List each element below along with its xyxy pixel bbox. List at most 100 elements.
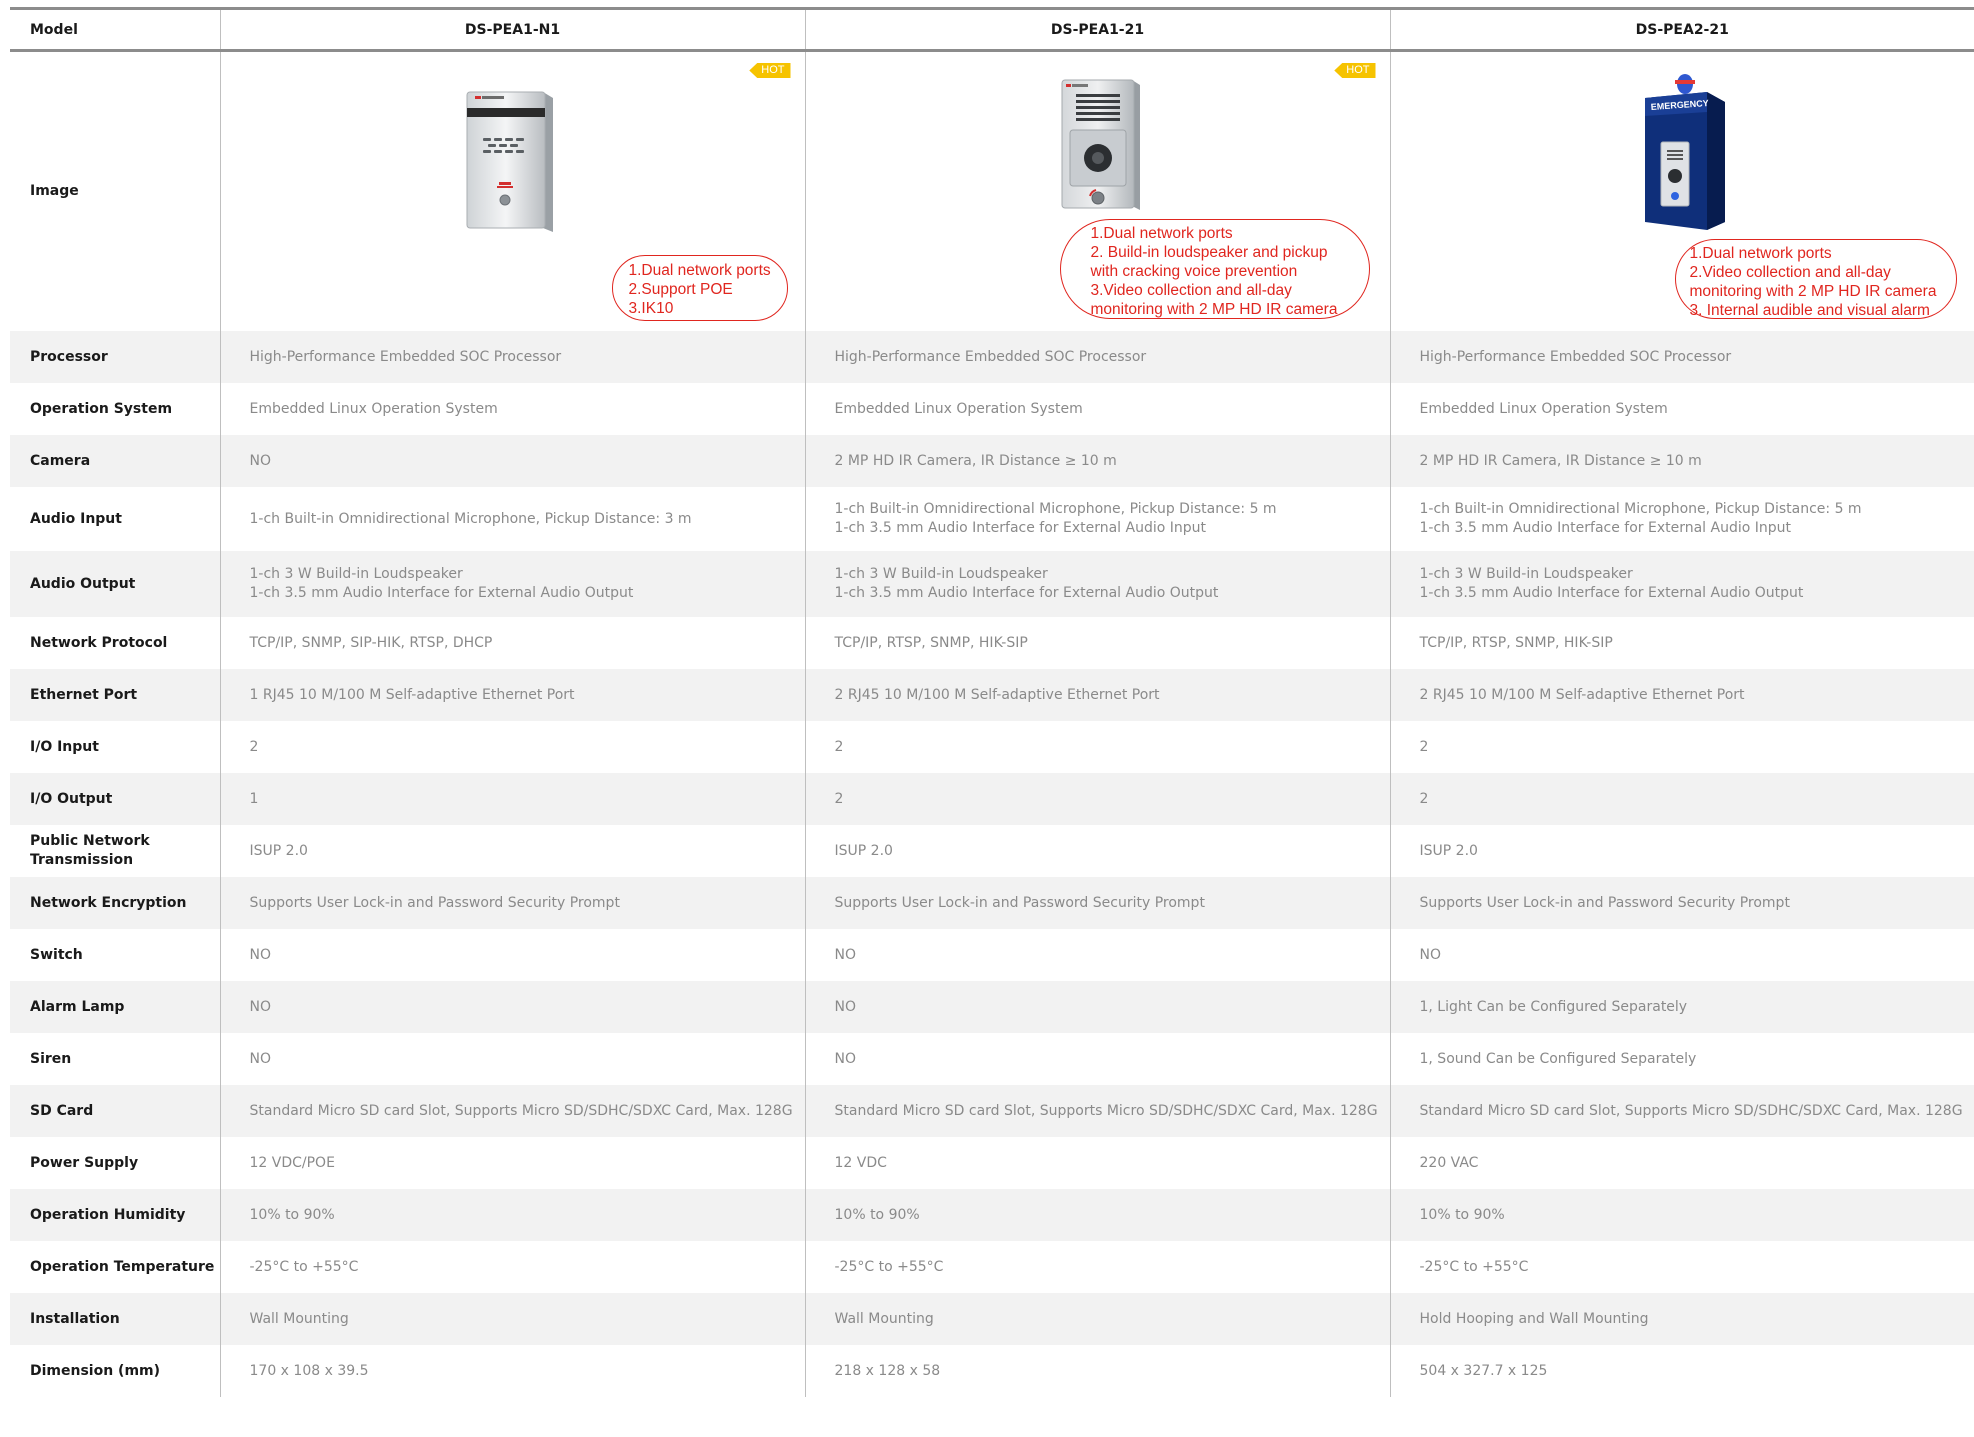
- row-label: SD Card: [10, 1085, 220, 1137]
- spec-value-line: -25°C to +55°C: [249, 1258, 359, 1275]
- spec-value: 10% to 90%: [1389, 1189, 1974, 1241]
- spec-value: -25°C to +55°C: [804, 1241, 1390, 1293]
- spec-value-line: High-Performance Embedded SOC Processor: [249, 348, 562, 365]
- spec-value: NO: [219, 981, 805, 1033]
- spec-value: TCP/IP, RTSP, SNMP, HIK-SIP: [1389, 617, 1974, 669]
- row-label-line: Public Network: [30, 833, 150, 849]
- spec-value: NO: [804, 929, 1390, 981]
- callout-line: 3.IK10: [628, 300, 674, 317]
- spec-value-line: 10% to 90%: [1419, 1206, 1505, 1223]
- spec-value-line: High-Performance Embedded SOC Processor: [1419, 348, 1732, 365]
- spec-row: Dimension (mm) 170 x 108 x 39.5 218 x 128 …: [10, 1345, 1974, 1397]
- spec-value-line: 12 VDC: [834, 1154, 887, 1171]
- spec-value-line: Wall Mounting: [249, 1310, 349, 1327]
- row-label: Dimension (mm): [10, 1345, 220, 1397]
- spec-value-line: 220 VAC: [1419, 1154, 1479, 1171]
- spec-value: NO: [1389, 929, 1974, 981]
- spec-value-line: Standard Micro SD card Slot, Supports Mi…: [834, 1102, 1378, 1119]
- hot-badge: HOT: [1334, 63, 1376, 78]
- spec-value-line: Embedded Linux Operation System: [834, 400, 1083, 417]
- spec-value: 2 RJ45 10 M/100 M Self-adaptive Ethernet…: [804, 669, 1390, 721]
- spec-value-line: ISUP 2.0: [249, 842, 308, 859]
- row-label: Operation Temperature: [10, 1241, 220, 1293]
- spec-value: 2 RJ45 10 M/100 M Self-adaptive Ethernet…: [1389, 669, 1974, 721]
- spec-value: High-Performance Embedded SOC Processor: [804, 331, 1390, 383]
- spec-value: TCP/IP, RTSP, SNMP, HIK-SIP: [804, 617, 1390, 669]
- spec-value: 2: [1389, 773, 1974, 825]
- spec-value-line: NO: [1419, 946, 1442, 963]
- spec-value-line: 2 MP HD IR Camera, IR Distance ≥ 10 m: [834, 452, 1117, 469]
- spec-value-line: 170 x 108 x 39.5: [249, 1362, 369, 1379]
- row-label: Network Encryption: [10, 877, 220, 929]
- header-label: Model: [10, 10, 220, 52]
- spec-value-line: NO: [249, 1050, 272, 1067]
- row-label: I/O Input: [10, 721, 220, 773]
- spec-value: 1-ch 3 W Build-in Loudspeaker 1-ch 3.5 mm…: [1389, 551, 1974, 617]
- spec-value-line: NO: [249, 452, 272, 469]
- spec-value-line: ISUP 2.0: [1419, 842, 1478, 859]
- spec-row: Camera NO 2 MP HD IR Camera, IR Distance ≥…: [10, 435, 1974, 487]
- row-label: I/O Output: [10, 773, 220, 825]
- callout-line: 3. Internal audible and visual alarm: [1689, 302, 1930, 319]
- spec-value-line: 2: [249, 738, 259, 755]
- spec-value: 2: [804, 773, 1390, 825]
- row-label: Audio Output: [10, 551, 220, 617]
- spec-table: Model DS-PEA1-N1 DS-PEA1-21 DS-PEA2-21 I…: [10, 10, 1974, 1397]
- product-name: DS-PEA1-21: [804, 10, 1390, 52]
- spec-value-line: 2: [834, 790, 844, 807]
- spec-value-line: 2: [1419, 738, 1429, 755]
- callout-line: 2. Build-in loudspeaker and pickup: [1090, 244, 1328, 261]
- spec-value-line: -25°C to +55°C: [834, 1258, 944, 1275]
- spec-value-line: Standard Micro SD card Slot, Supports Mi…: [1419, 1102, 1963, 1119]
- spec-value: High-Performance Embedded SOC Processor: [1389, 331, 1974, 383]
- spec-value: Standard Micro SD card Slot, Supports Mi…: [219, 1085, 805, 1137]
- spec-value-line: 10% to 90%: [249, 1206, 335, 1223]
- spec-value-line: 12 VDC/POE: [249, 1154, 335, 1171]
- callout-line: 2.Support POE: [628, 281, 733, 298]
- row-label: Image: [10, 50, 220, 331]
- spec-value: Hold Hooping and Wall Mounting: [1389, 1293, 1974, 1345]
- spec-value: 220 VAC: [1389, 1137, 1974, 1189]
- spec-value: 1, Sound Can be Configured Separately: [1389, 1033, 1974, 1085]
- spec-value: TCP/IP, SNMP, SIP-HIK, RTSP, DHCP: [219, 617, 805, 669]
- row-label-line: Transmission: [30, 852, 134, 868]
- spec-value-line: 1: [249, 790, 259, 807]
- callout-line: 2.Video collection and all-day: [1689, 264, 1891, 281]
- row-label: Public Network Transmission: [10, 825, 220, 877]
- spec-value: NO: [219, 929, 805, 981]
- callout-line: monitoring with 2 MP HD IR camera: [1090, 301, 1338, 318]
- row-label: Power Supply: [10, 1137, 220, 1189]
- feature-callout: 1.Dual network ports 2.Video collection …: [1674, 239, 1957, 319]
- spec-value: Embedded Linux Operation System: [219, 383, 805, 435]
- row-label: Operation Humidity: [10, 1189, 220, 1241]
- callout-line: 1.Dual network ports: [1090, 225, 1233, 242]
- spec-value: 170 x 108 x 39.5: [219, 1345, 805, 1397]
- row-label: Camera: [10, 435, 220, 487]
- spec-row: Audio Output 1-ch 3 W Build-in Loudspeake…: [10, 551, 1974, 617]
- row-label: Alarm Lamp: [10, 981, 220, 1033]
- row-label: Siren: [10, 1033, 220, 1085]
- image-row: Image HOT 1.Dual network ports 2.Support…: [10, 50, 1974, 331]
- spec-row: Power Supply 12 VDC/POE 12 VDC 220 VAC: [10, 1137, 1974, 1189]
- row-label: Installation: [10, 1293, 220, 1345]
- spec-value-line: 504 x 327.7 x 125: [1419, 1362, 1548, 1379]
- spec-value-line: NO: [249, 998, 272, 1015]
- spec-row: I/O Input 2 2 2: [10, 721, 1974, 773]
- spec-row: Network Encryption Supports User Lock-in …: [10, 877, 1974, 929]
- spec-value: High-Performance Embedded SOC Processor: [219, 331, 805, 383]
- spec-value-line: Hold Hooping and Wall Mounting: [1419, 1310, 1649, 1327]
- spec-value-line: TCP/IP, RTSP, SNMP, HIK-SIP: [1419, 634, 1613, 651]
- spec-value: 1: [219, 773, 805, 825]
- spec-value-line: TCP/IP, RTSP, SNMP, HIK-SIP: [834, 634, 1028, 651]
- spec-value: NO: [804, 981, 1390, 1033]
- row-label: Network Protocol: [10, 617, 220, 669]
- spec-row: SD Card Standard Micro SD card Slot, Supp…: [10, 1085, 1974, 1137]
- spec-value-line: 1-ch Built-in Omnidirectional Microphone…: [834, 501, 1277, 517]
- spec-value: 1-ch 3 W Build-in Loudspeaker 1-ch 3.5 mm…: [804, 551, 1390, 617]
- spec-value: Embedded Linux Operation System: [804, 383, 1390, 435]
- spec-value: NO: [804, 1033, 1390, 1085]
- spec-value-line: 1-ch Built-in Omnidirectional Microphone…: [1419, 501, 1862, 517]
- spec-value-line: 2 RJ45 10 M/100 M Self-adaptive Ethernet…: [1419, 686, 1745, 703]
- spec-value-line: Supports User Lock-in and Password Secur…: [249, 894, 620, 911]
- spec-value: 12 VDC: [804, 1137, 1390, 1189]
